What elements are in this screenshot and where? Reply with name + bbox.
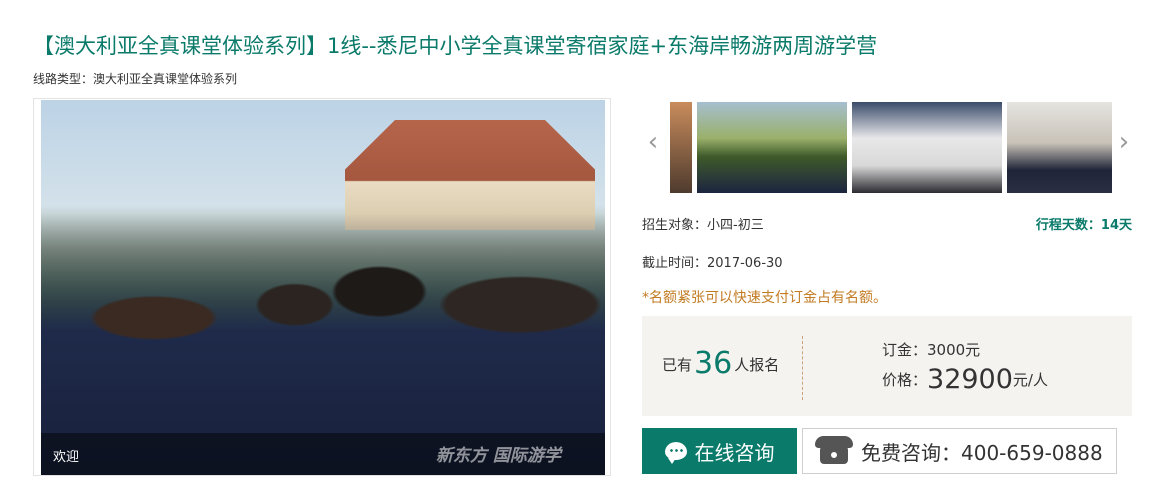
enrollment-target: 招生对象：小四-初三 (642, 218, 764, 233)
chat-icon (664, 442, 687, 464)
enrolled-count: 已有36 人报名 (662, 346, 779, 381)
thumbnail-1[interactable] (697, 102, 847, 193)
phone-consult[interactable]: 免费咨询：400-659-0888 (802, 428, 1117, 474)
chevron-left-icon[interactable]: ‹ (645, 126, 661, 158)
thumbnail-2[interactable] (852, 102, 1002, 193)
deadline: 截止时间：2017-06-30 (642, 256, 783, 271)
photo-watermark: 新东方 国际游学 (436, 446, 561, 466)
price-label: 价格： (882, 371, 928, 389)
deposit-amount: 订金：3000元 (882, 341, 981, 359)
route-type: 线路类型：澳大利亚全真课堂体验系列 (33, 72, 238, 86)
thumbnail-partial[interactable] (670, 102, 692, 193)
enrolled-number: 36 (694, 346, 733, 381)
online-consult-label: 在线咨询 (694, 440, 775, 465)
price: 价格：32900元/人 (882, 364, 1048, 395)
online-consult-button[interactable]: 在线咨询 (642, 428, 797, 474)
divider (802, 336, 803, 400)
main-photo-frame: 欢迎 新东方 国际游学 (33, 98, 611, 476)
enrolled-suffix: 人报名 (734, 356, 780, 374)
photo-caption: 欢迎 (53, 450, 80, 465)
main-photo[interactable]: 欢迎 新东方 国际游学 (41, 100, 605, 475)
thumbnail-3[interactable] (1007, 102, 1112, 193)
phone-consult-label: 免费咨询：400-659-0888 (861, 440, 1103, 465)
enrolled-prefix: 已有 (662, 356, 693, 374)
photo-caption-bar: 欢迎 新东方 国际游学 (41, 433, 605, 475)
chevron-right-icon[interactable]: › (1116, 126, 1132, 158)
price-unit: 元/人 (1012, 371, 1048, 389)
phone-icon (815, 436, 853, 466)
price-amount: 32900 (927, 364, 1013, 395)
deposit-notice: *名额紧张可以快速支付订金占有名额。 (642, 290, 887, 306)
trip-duration: 行程天数：14天 (1035, 218, 1132, 233)
page-title: 【澳大利亚全真课堂体验系列】1线--悉尼中小学全真课堂寄宿家庭+东海岸畅游两周游… (33, 34, 878, 58)
price-box: 已有36 人报名 订金：3000元 价格：32900元/人 (642, 316, 1132, 416)
